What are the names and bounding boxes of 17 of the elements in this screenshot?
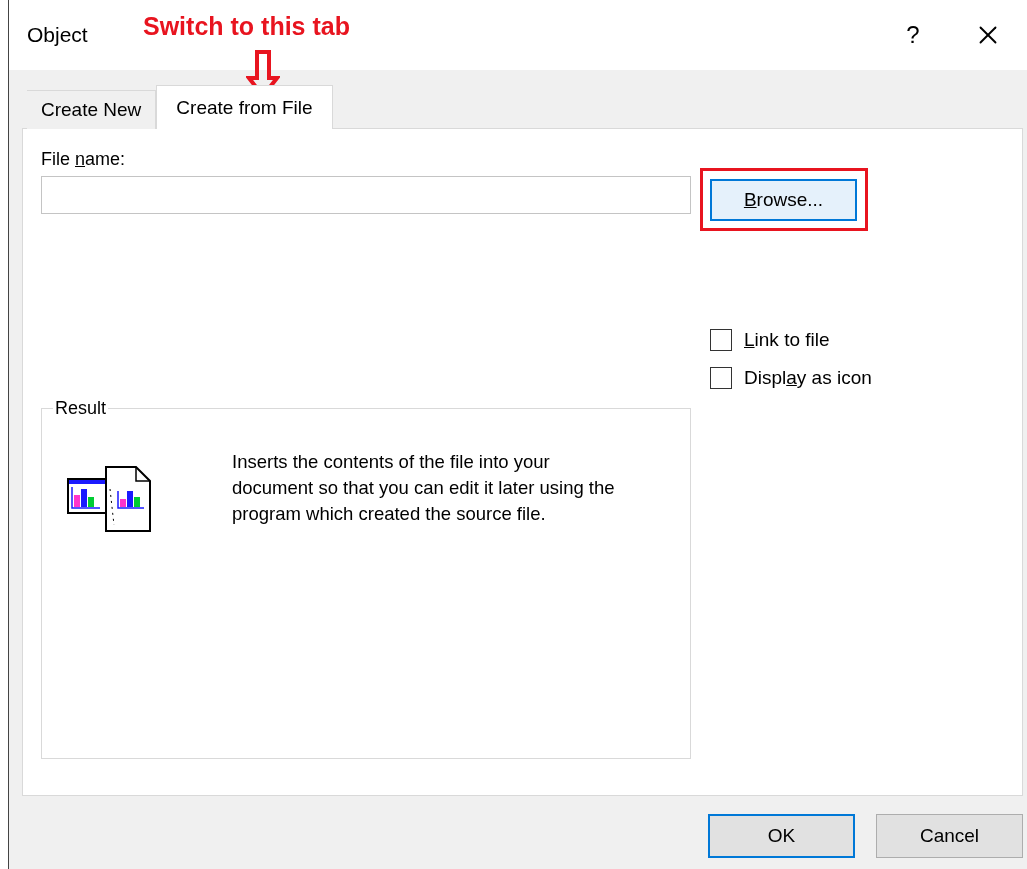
checkbox[interactable] xyxy=(710,329,732,351)
result-title: Result xyxy=(54,398,108,419)
browse-button[interactable]: Browse... xyxy=(710,179,857,221)
tab[interactable]: Create from File xyxy=(156,85,333,129)
annotation-text: Switch to this tab xyxy=(143,12,350,41)
dialog-button[interactable]: OK xyxy=(708,814,855,858)
help-button[interactable]: ? xyxy=(883,10,943,60)
checkbox[interactable] xyxy=(710,367,732,389)
embedded-charts-icon xyxy=(66,465,152,535)
result-description: Inserts the contents of the file into your document so that you can edit it later using the program which created the source file. xyxy=(232,450,616,526)
file-name-label: File name: xyxy=(41,149,127,170)
tab[interactable]: Create New xyxy=(27,90,157,129)
checkbox-label: Link to file xyxy=(744,329,830,351)
checkbox-label: Display as icon xyxy=(744,367,872,389)
file-name-field[interactable] xyxy=(41,176,691,214)
window-title: Object xyxy=(27,23,88,47)
dialog-button[interactable]: Cancel xyxy=(876,814,1023,858)
